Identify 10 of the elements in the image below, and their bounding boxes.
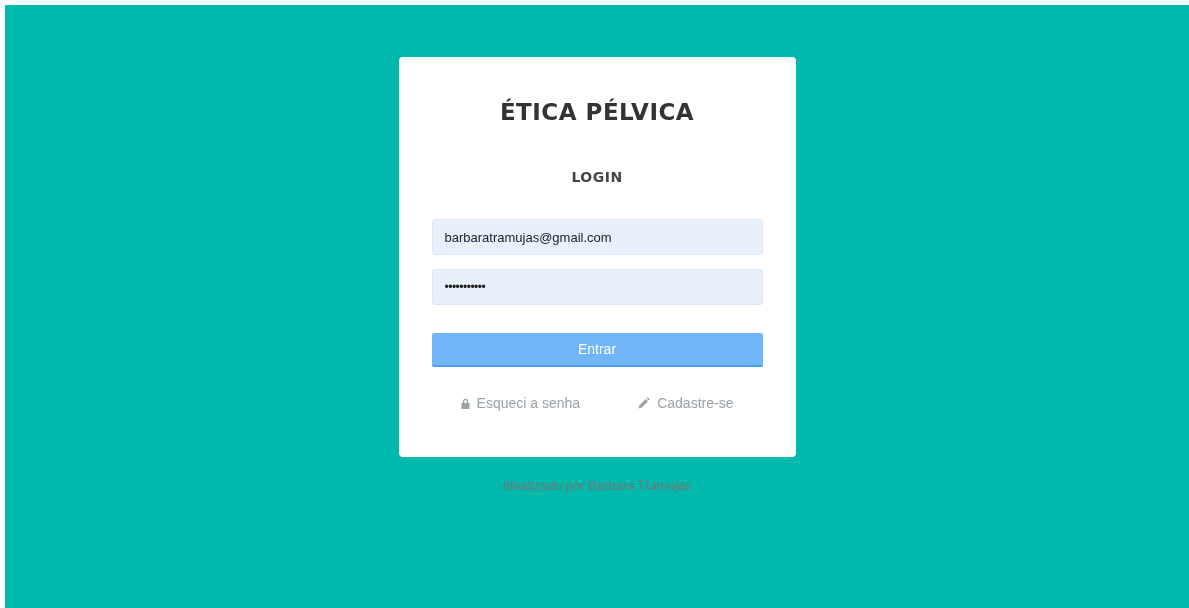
- brand-title: ÉTICA PÉLVICA: [498, 99, 696, 125]
- link[interactable]: Esqueci a senha: [460, 395, 581, 411]
- lock-icon: [460, 397, 470, 409]
- pencil-icon: [638, 397, 651, 409]
- password-field[interactable]: •••••••••••: [431, 269, 763, 305]
- login-heading: LOGIN: [570, 169, 624, 185]
- footer-credit: Idealizado por Barbara Tramujas: [502, 478, 692, 493]
- submit-button[interactable]: Entrar: [431, 333, 763, 367]
- link[interactable]: Cadastre-se: [638, 395, 734, 411]
- email-field[interactable]: barbaratramujas@gmail.com: [431, 219, 763, 255]
